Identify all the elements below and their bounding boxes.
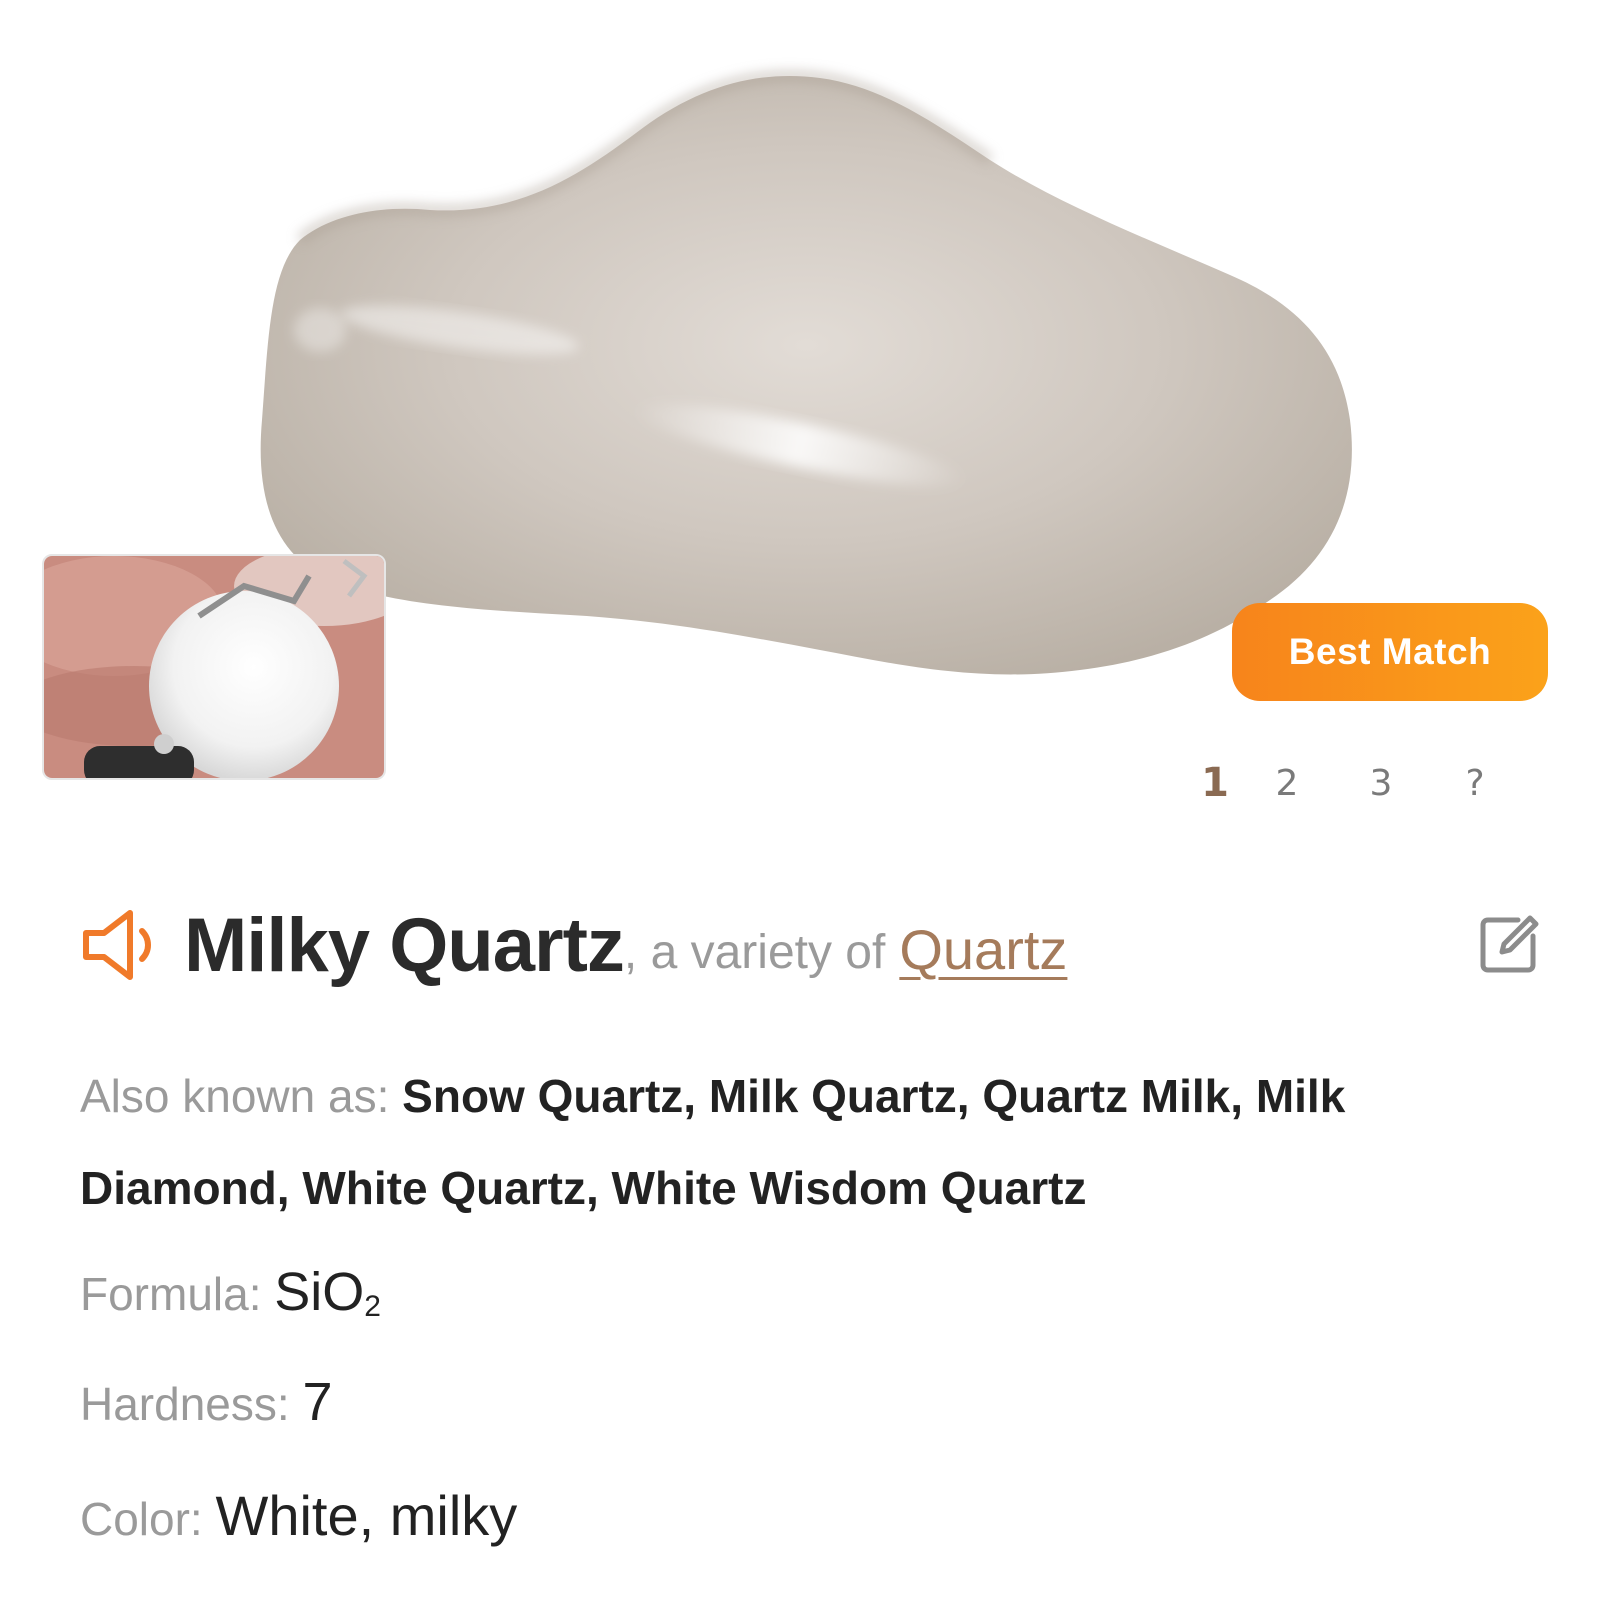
page-3-tab[interactable]: 3 [1334, 763, 1428, 804]
formula-main: SiO [274, 1262, 365, 1322]
quartz-stone [260, 75, 1352, 675]
formula-label: Formula: [80, 1268, 275, 1320]
specimen-image-area[interactable]: Best Match 1 2 3 ? [0, 0, 1600, 806]
best-match-label: Best Match [1288, 631, 1492, 672]
page-unknown-tab[interactable]: ? [1428, 763, 1522, 804]
hardness-value: 7 [302, 1372, 333, 1432]
edit-icon[interactable] [1478, 914, 1540, 976]
also-known-as: Also known as: Snow Quartz, Milk Quartz,… [80, 1050, 1520, 1234]
parent-mineral-link[interactable]: Quartz [899, 909, 1067, 982]
variety-text: , a variety of [623, 925, 886, 979]
formula-row: Formula: SiO2 [80, 1246, 1520, 1353]
user-photo-thumbnail[interactable] [42, 554, 386, 780]
aka-label: Also known as: [80, 1070, 403, 1122]
result-pager[interactable]: 1 2 3 ? [1190, 760, 1522, 806]
formula-subscript: 2 [364, 1290, 381, 1323]
page-2-tab[interactable]: 2 [1240, 763, 1334, 804]
best-match-badge: Best Match [1232, 603, 1548, 701]
color-row: Color: White, milky [80, 1470, 1520, 1565]
title-row: Milky Quartz , a variety of Quartz [80, 900, 1540, 990]
page-1-tab[interactable]: 1 [1190, 760, 1240, 806]
identification-result: Best Match 1 2 3 ? Milky Quartz , a vari… [0, 0, 1600, 1600]
color-label: Color: [80, 1493, 216, 1545]
speaker-icon[interactable] [80, 905, 172, 985]
formula-value: SiO2 [274, 1262, 381, 1323]
hardness-label: Hardness: [80, 1378, 303, 1430]
mineral-name: Milky Quartz [184, 902, 625, 988]
color-value: White, milky [215, 1484, 518, 1547]
hardness-row: Hardness: 7 [80, 1356, 1520, 1450]
